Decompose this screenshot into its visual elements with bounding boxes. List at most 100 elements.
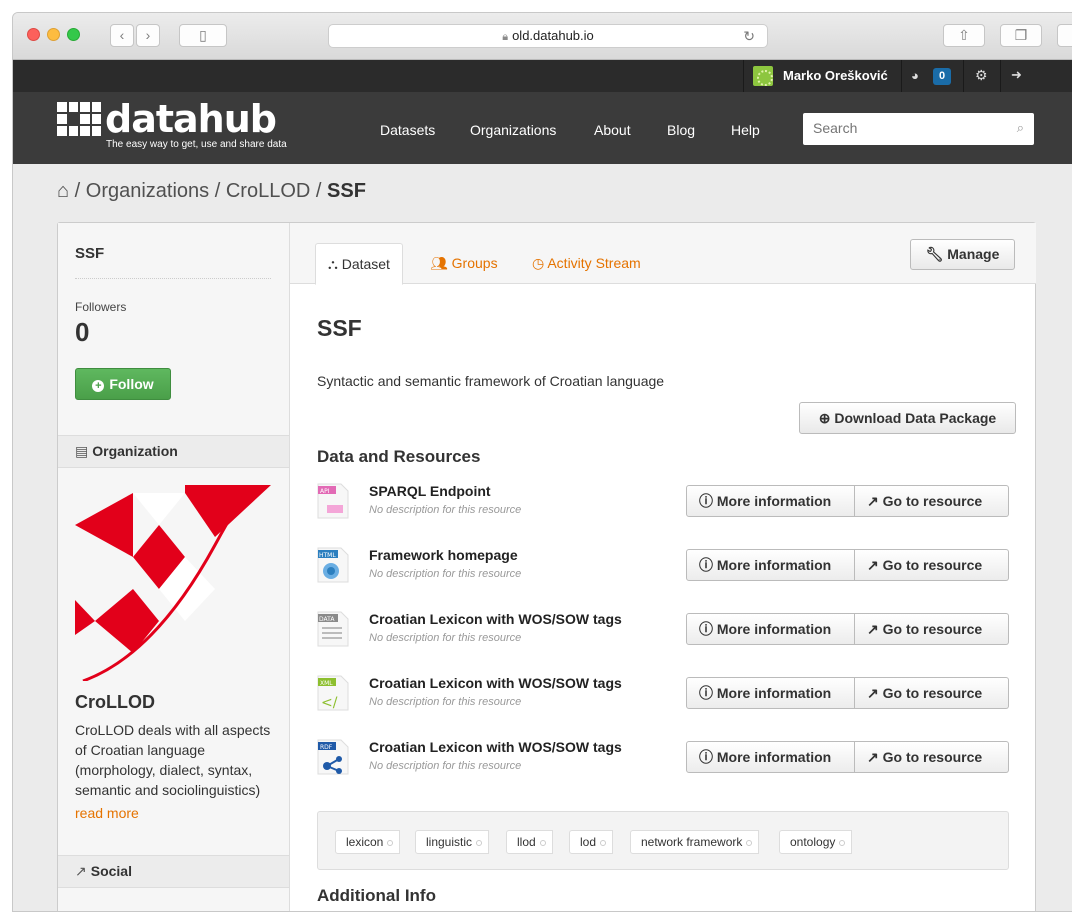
- breadcrumb: ⌂ / Organizations / CroLLOD / SSF: [57, 180, 366, 202]
- followers-label: Followers: [75, 300, 127, 314]
- social-section-header: ↗ Social: [58, 855, 289, 888]
- read-more-link[interactable]: read more: [75, 805, 139, 821]
- additional-info-heading: Additional Info: [317, 886, 436, 905]
- tag-llod[interactable]: llod: [506, 830, 553, 854]
- new-tab-icon[interactable]: +: [1057, 24, 1072, 47]
- breadcrumb-organization[interactable]: CroLLOD: [226, 180, 310, 202]
- go-to-resource-button[interactable]: ↗ Go to resource: [855, 741, 1009, 773]
- dashboard-count-badge[interactable]: 0: [933, 68, 951, 85]
- more-information-button[interactable]: ⓘ More information: [686, 677, 855, 709]
- info-icon: ⓘ: [699, 685, 713, 701]
- clock-icon: ◷: [532, 255, 545, 271]
- external-link-icon: ↗: [867, 493, 879, 509]
- tab-dataset[interactable]: ⛬ Dataset: [315, 243, 403, 285]
- go-to-resource-button[interactable]: ↗ Go to resource: [855, 549, 1009, 581]
- follow-button[interactable]: + Follow: [75, 368, 171, 400]
- tag-lexicon[interactable]: lexicon: [335, 830, 401, 854]
- sidebar: SSF Followers 0 + Follow ▤ Organization Cr…: [58, 223, 290, 911]
- tabs-overview-icon[interactable]: ❐: [1000, 24, 1042, 47]
- sitemap-icon: ⛬: [328, 256, 338, 272]
- site-tagline: The easy way to get, use and share data: [106, 139, 287, 150]
- info-icon: ⓘ: [699, 557, 713, 573]
- organization-name[interactable]: CroLLOD: [75, 692, 155, 713]
- nav-blog[interactable]: Blog: [667, 122, 695, 138]
- api-format-icon[interactable]: API: [317, 483, 349, 519]
- dashboard-icon[interactable]: ◕: [911, 68, 919, 83]
- resource-item: DATA Croatian Lexicon with WOS/SOW tags …: [317, 611, 1009, 661]
- nav-help[interactable]: Help: [731, 122, 760, 138]
- tag-list: lexicon linguistic llod lod network fram…: [317, 811, 1009, 870]
- download-icon: ⊕: [818, 410, 831, 426]
- more-information-button[interactable]: ⓘ More information: [686, 549, 855, 581]
- resource-actions: ⓘ More information ↗ Go to resource: [686, 549, 1009, 581]
- content-tabs: ⛬ Dataset 👥︎ Groups ◷ Activity Stream 🔧︎…: [290, 223, 1036, 285]
- organization-section-header: ▤ Organization: [58, 435, 289, 468]
- resource-name[interactable]: Framework homepage: [369, 547, 518, 563]
- search-icon[interactable]: ⌕: [1017, 120, 1024, 136]
- reload-icon[interactable]: ↻: [743, 25, 755, 47]
- nav-about[interactable]: About: [594, 122, 631, 138]
- share-icon[interactable]: ⇧: [943, 24, 985, 47]
- html-format-icon[interactable]: HTML: [317, 547, 349, 583]
- search-box: ⌕: [803, 113, 1034, 145]
- nav-datasets[interactable]: Datasets: [380, 122, 435, 138]
- resource-name[interactable]: Croatian Lexicon with WOS/SOW tags: [369, 739, 622, 755]
- sidebar-toggle-icon[interactable]: ▯: [179, 24, 227, 47]
- users-icon: 👥︎: [430, 255, 448, 271]
- resource-name[interactable]: Croatian Lexicon with WOS/SOW tags: [369, 675, 622, 691]
- tag-linguistic[interactable]: linguistic: [415, 830, 490, 854]
- tab-activity-stream[interactable]: ◷ Activity Stream: [520, 243, 653, 285]
- breadcrumb-organizations[interactable]: Organizations: [86, 180, 209, 202]
- external-link-icon: ↗: [867, 557, 879, 573]
- dataset-title: SSF: [317, 315, 362, 341]
- minimize-window-button[interactable]: [47, 28, 60, 41]
- tab-groups[interactable]: 👥︎ Groups: [418, 243, 510, 285]
- plus-circle-icon: +: [92, 380, 105, 392]
- browser-toolbar: ‹ › ▯ 🔒︎old.datahub.io ↻ ⇧ ❐ +: [13, 13, 1072, 60]
- share-icon: ↗: [75, 863, 87, 879]
- search-input[interactable]: [813, 113, 1003, 143]
- resource-name[interactable]: SPARQL Endpoint: [369, 483, 491, 499]
- masthead: datahub The easy way to get, use and sha…: [13, 92, 1072, 164]
- go-to-resource-button[interactable]: ↗ Go to resource: [855, 677, 1009, 709]
- more-information-button[interactable]: ⓘ More information: [686, 741, 855, 773]
- manage-button[interactable]: 🔧︎ Manage: [910, 239, 1015, 270]
- sign-out-icon[interactable]: ➜: [1011, 67, 1022, 83]
- zoom-window-button[interactable]: [67, 28, 80, 41]
- back-icon[interactable]: ‹: [110, 24, 134, 47]
- organization-logo[interactable]: [75, 485, 271, 681]
- xml-format-icon[interactable]: XML </: [317, 675, 349, 711]
- resource-item: API SPARQL Endpoint No description for t…: [317, 483, 1009, 533]
- gear-icon[interactable]: ⚙: [975, 67, 988, 84]
- close-window-button[interactable]: [27, 28, 40, 41]
- forward-icon[interactable]: ›: [136, 24, 160, 47]
- resource-actions: ⓘ More information ↗ Go to resource: [686, 613, 1009, 645]
- info-icon: ⓘ: [699, 749, 713, 765]
- home-icon[interactable]: ⌂: [57, 180, 69, 202]
- go-to-resource-button[interactable]: ↗ Go to resource: [855, 613, 1009, 645]
- tag-ontology[interactable]: ontology: [779, 830, 853, 854]
- tag-lod[interactable]: lod: [569, 830, 614, 854]
- nav-organizations[interactable]: Organizations: [470, 122, 556, 138]
- followers-count: 0: [75, 317, 90, 347]
- divider: [901, 60, 902, 92]
- resource-name[interactable]: Croatian Lexicon with WOS/SOW tags: [369, 611, 622, 627]
- more-information-button[interactable]: ⓘ More information: [686, 613, 855, 645]
- resource-item: RDF Croatian Lexicon with WOS/SOW tags N…: [317, 739, 1009, 789]
- avatar[interactable]: [753, 66, 773, 86]
- datahub-logo-icon[interactable]: [57, 102, 101, 136]
- more-information-button[interactable]: ⓘ More information: [686, 485, 855, 517]
- tag-network-framework[interactable]: network framework: [630, 830, 760, 854]
- go-to-resource-button[interactable]: ↗ Go to resource: [855, 485, 1009, 517]
- lock-icon: 🔒︎: [502, 31, 509, 43]
- rdf-format-icon[interactable]: RDF: [317, 739, 349, 775]
- user-name-link[interactable]: Marko Orešković: [783, 68, 888, 83]
- external-link-icon: ↗: [867, 685, 879, 701]
- svg-text:API: API: [320, 488, 330, 495]
- data-format-icon[interactable]: DATA: [317, 611, 349, 647]
- resource-actions: ⓘ More information ↗ Go to resource: [686, 677, 1009, 709]
- address-bar[interactable]: 🔒︎ old.datahub.io ↻: [328, 24, 768, 48]
- breadcrumb-current[interactable]: SSF: [327, 180, 366, 202]
- site-logo-text[interactable]: datahub: [105, 97, 277, 141]
- download-data-package-button[interactable]: ⊕ Download Data Package: [799, 402, 1016, 434]
